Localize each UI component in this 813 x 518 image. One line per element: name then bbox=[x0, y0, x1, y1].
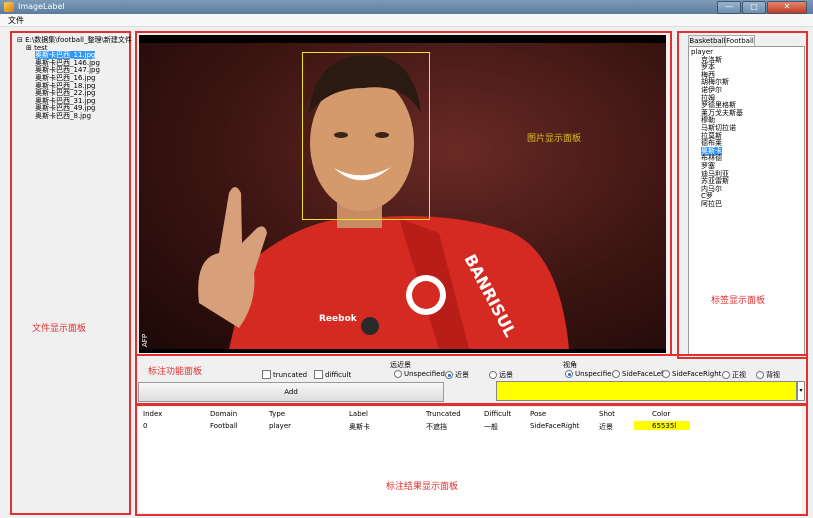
pose-title: 视角 bbox=[563, 361, 577, 369]
tag-item[interactable]: 罗本 bbox=[691, 63, 743, 72]
image-canvas[interactable]: BANRISUL Reebok AFP bbox=[139, 35, 666, 353]
title-bar: ImageLabel — □ ✕ bbox=[0, 0, 813, 14]
pose-radio[interactable]: SideFaceRight bbox=[662, 370, 721, 378]
minimize-button[interactable]: — bbox=[717, 1, 741, 14]
file-panel-label: 文件显示面板 bbox=[32, 324, 87, 334]
tag-item[interactable]: 阿拉巴 bbox=[691, 200, 743, 209]
result-panel-label: 标注结果显示面板 bbox=[386, 482, 459, 492]
shot-radio[interactable]: 近景 bbox=[445, 370, 469, 380]
table-cell[interactable]: 奥斯卡 bbox=[349, 422, 370, 432]
svg-text:Reebok: Reebok bbox=[319, 314, 358, 324]
window-title: ImageLabel bbox=[18, 2, 65, 11]
close-button[interactable]: ✕ bbox=[767, 1, 807, 14]
shot-title: 远近景 bbox=[390, 361, 411, 369]
table-cell[interactable]: 0 bbox=[143, 422, 147, 430]
collapse-icon[interactable]: ⊟ bbox=[17, 36, 25, 44]
table-cell[interactable]: player bbox=[269, 422, 291, 430]
expand-icon[interactable]: ⊞ bbox=[26, 44, 34, 52]
table-header[interactable]: Label bbox=[349, 410, 368, 418]
tag-tree: player 克洛斯 罗本 梅西 胡梅尔斯 诺伊尔 拉姆 罗德里格斯 莱万戈夫斯基 穆勒 马斯切拉… bbox=[688, 46, 805, 355]
menu-file[interactable]: 文件 bbox=[8, 15, 24, 26]
function-panel-label: 标注功能面板 bbox=[148, 367, 203, 377]
table-cell[interactable]: 近景 bbox=[599, 422, 613, 432]
pose-radio[interactable]: 背视 bbox=[756, 370, 780, 380]
table-header[interactable]: Pose bbox=[530, 410, 546, 418]
svg-text:AFP: AFP bbox=[141, 334, 149, 347]
truncated-checkbox[interactable]: truncated bbox=[262, 370, 307, 379]
tag-panel-label: 标签显示面板 bbox=[711, 296, 766, 306]
tag-item[interactable]: 内马尔 bbox=[691, 185, 743, 194]
player-photo[interactable]: BANRISUL Reebok AFP bbox=[139, 43, 666, 349]
pose-radio[interactable]: SideFaceLeft bbox=[612, 370, 666, 378]
pose-radio[interactable]: 正视 bbox=[722, 370, 746, 380]
result-table: Index Domain Type Label Truncated Difficult Po… bbox=[138, 407, 802, 513]
table-cell[interactable]: SideFaceRight bbox=[530, 422, 579, 430]
dropdown-arrow-icon[interactable]: ▾ bbox=[797, 381, 805, 401]
color-field[interactable] bbox=[496, 381, 797, 401]
table-cell[interactable]: 一般 bbox=[484, 422, 498, 432]
app-icon bbox=[4, 2, 14, 12]
table-header[interactable]: Shot bbox=[599, 410, 615, 418]
table-header[interactable]: Truncated bbox=[426, 410, 461, 418]
table-header[interactable]: Difficult bbox=[484, 410, 511, 418]
tag-item[interactable]: 布林德 bbox=[691, 155, 743, 163]
bounding-box[interactable] bbox=[302, 52, 430, 220]
add-button[interactable]: Add bbox=[138, 382, 444, 402]
difficult-checkbox[interactable]: difficult bbox=[314, 370, 351, 379]
file-tree: ⊟ E:\数据集\football_整理\新建文件 ⊞ test 奥斯卡巴西_1… bbox=[17, 36, 132, 121]
maximize-button[interactable]: □ bbox=[742, 1, 766, 14]
shot-radio[interactable]: 远景 bbox=[489, 370, 513, 380]
pose-radio[interactable]: Unspecified bbox=[565, 370, 616, 378]
table-header[interactable]: Index bbox=[143, 410, 162, 418]
table-header[interactable]: Domain bbox=[210, 410, 237, 418]
table-cell[interactable]: 不遮挡 bbox=[426, 422, 447, 432]
tag-item[interactable]: 诺伊尔 bbox=[691, 86, 743, 95]
table-header[interactable]: Type bbox=[269, 410, 285, 418]
shot-radio[interactable]: Unspecified bbox=[394, 370, 445, 378]
tag-item[interactable]: 莱万戈夫斯基 bbox=[691, 109, 743, 118]
file-item[interactable]: 奥斯卡巴西_8.jpg bbox=[17, 112, 132, 121]
image-panel-label: 图片显示面板 bbox=[527, 134, 582, 144]
table-cell[interactable]: Football bbox=[210, 422, 238, 430]
tag-item[interactable]: 克洛斯 bbox=[691, 56, 743, 65]
menu-bar: 文件 bbox=[0, 14, 813, 27]
table-header[interactable]: Color bbox=[652, 410, 670, 418]
table-cell[interactable]: 65535l bbox=[652, 422, 676, 430]
